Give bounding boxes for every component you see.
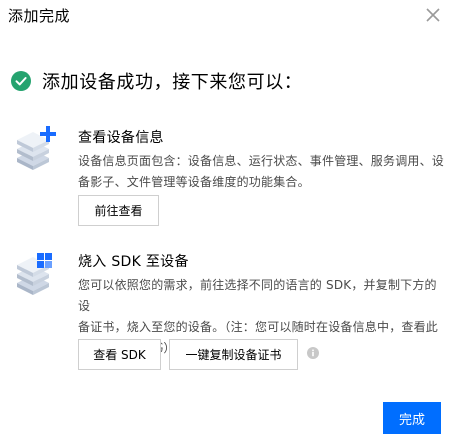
done-button[interactable]: 完成	[383, 402, 441, 434]
step-desc-device-info: 设备信息页面包含：设备信息、运行状态、事件管理、服务调用、设 备影子、文件管理等…	[78, 154, 445, 189]
success-message: 添加设备成功，接下来您可以：	[42, 72, 303, 93]
close-icon[interactable]	[424, 6, 442, 24]
step-title-device-info: 查看设备信息	[78, 130, 164, 146]
step-title-burn-sdk: 烧入 SDK 至设备	[78, 254, 189, 270]
add-complete-dialog: 添加完成 添加设备成功，接下来您可以： 查看设备信息 设备信息页面包含：设备信息…	[0, 0, 460, 444]
copy-certificate-button[interactable]: 一键复制设备证书	[169, 339, 298, 370]
dialog-title: 添加完成	[8, 7, 71, 25]
success-banner: 添加设备成功，接下来您可以：	[11, 68, 302, 94]
device-stack-add-icon	[17, 126, 56, 170]
info-icon[interactable]	[307, 347, 319, 359]
view-sdk-button[interactable]: 查看 SDK	[78, 339, 161, 370]
device-stack-sdk-icon	[17, 253, 52, 295]
go-view-button[interactable]: 前往查看	[78, 195, 159, 226]
check-circle-icon	[11, 71, 31, 91]
